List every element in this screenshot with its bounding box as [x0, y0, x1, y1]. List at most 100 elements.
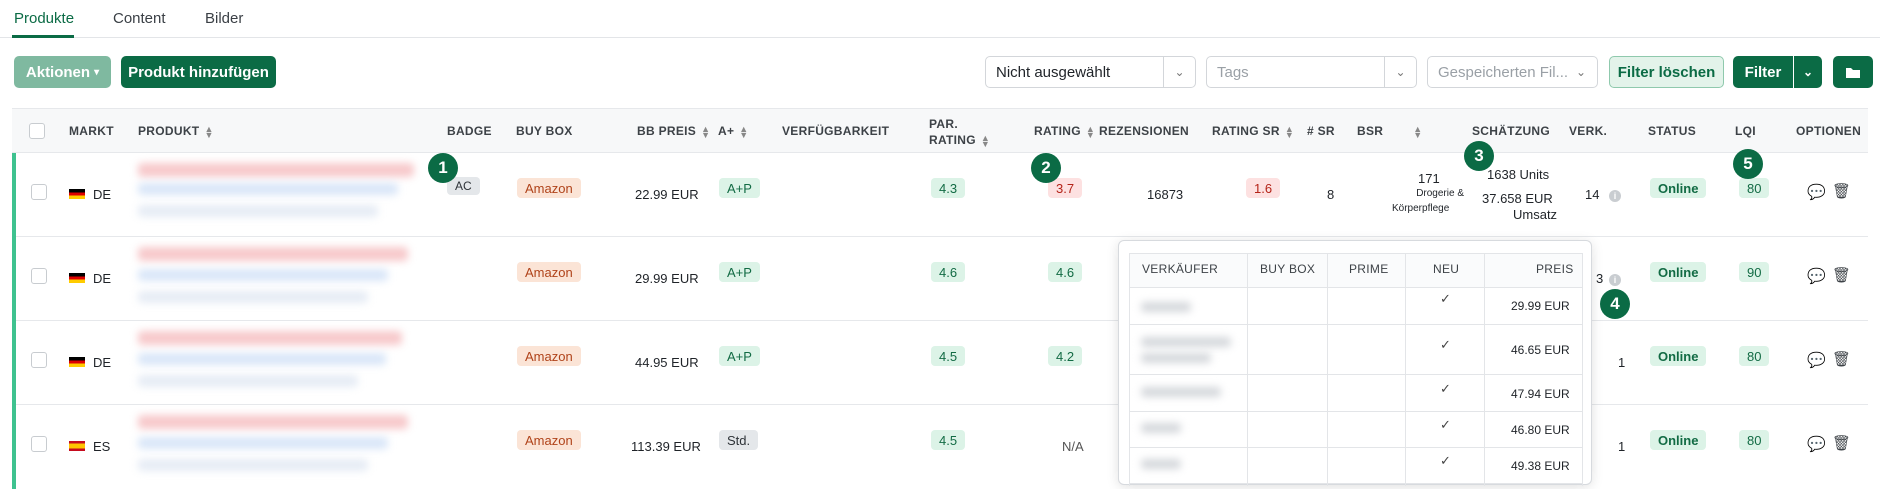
select-all-checkbox[interactable] — [29, 123, 45, 139]
check-icon: ✓ — [1440, 291, 1451, 306]
market-code: ES — [93, 439, 111, 454]
row-checkbox[interactable] — [31, 352, 47, 368]
divider — [1129, 447, 1583, 448]
seller-price: 46.80 EUR — [1511, 423, 1570, 437]
popover-col-seller: VERKÄUFER — [1142, 262, 1219, 276]
lqi-pill: 80 — [1739, 178, 1770, 198]
sort-icon: ▲ ▼ — [1085, 123, 1096, 140]
col-rating-sr[interactable]: RATING SR ▲ ▼ — [1212, 124, 1294, 139]
aplus-pill: Std. — [719, 430, 759, 450]
col-bsr-label: BSR — [1357, 124, 1384, 138]
divider — [1129, 324, 1583, 325]
seller-name-blurred — [1141, 337, 1231, 347]
trash-icon[interactable]: 🗑 — [1832, 182, 1851, 200]
tags-select[interactable]: Tags ⌄ — [1206, 56, 1417, 88]
tab-bilder[interactable]: Bilder — [205, 10, 243, 27]
sales-count: 1 — [1618, 355, 1626, 370]
comment-icon[interactable]: 💬 — [1807, 351, 1826, 369]
reviews-count: 16873 — [1147, 187, 1184, 202]
info-icon[interactable]: i — [1609, 274, 1621, 286]
flag-es-icon — [69, 441, 85, 451]
status-pill: Online — [1650, 346, 1707, 366]
trash-icon[interactable]: 🗑 — [1832, 266, 1851, 284]
tab-content[interactable]: Content — [113, 10, 166, 27]
add-product-button[interactable]: Produkt hinzufügen — [121, 56, 276, 88]
row-status-bar — [12, 321, 16, 405]
par-rating-pill: 4.3 — [931, 178, 966, 198]
folder-button[interactable] — [1833, 56, 1873, 88]
actions-label: Aktionen — [25, 63, 91, 81]
sort-icon: ▲ ▼ — [980, 132, 991, 149]
chevron-down-icon: ⌄ — [1575, 65, 1587, 79]
col-produkt-label: PRODUKT — [138, 124, 200, 138]
aplus-pill: A+P — [719, 178, 760, 198]
trash-icon[interactable]: 🗑 — [1832, 350, 1851, 368]
row-status-bar — [12, 405, 16, 489]
buybox-pill: Amazon — [517, 346, 581, 366]
divider — [1129, 411, 1583, 412]
check-icon: ✓ — [1440, 453, 1451, 468]
tab-produkte[interactable]: Produkte — [14, 10, 74, 27]
lqi-pill: 80 — [1739, 430, 1770, 450]
sales-count: 1 — [1618, 439, 1626, 454]
row-checkbox[interactable] — [31, 184, 47, 200]
col-rating[interactable]: RATING ▲ ▼ — [1034, 123, 1096, 140]
comment-icon[interactable]: 💬 — [1807, 267, 1826, 285]
par-rating-pill: 4.5 — [931, 430, 966, 450]
col-produkt[interactable]: PRODUKT ▲ ▼ — [138, 123, 214, 140]
col-par-rating[interactable]: PAR. RATING ▲ ▼ — [929, 116, 990, 148]
col-rating-label: RATING — [1034, 124, 1081, 138]
saved-filter-placeholder: Gespeicherten Fil... — [1438, 63, 1569, 81]
filter-dropdown-button[interactable]: ⌄ — [1794, 56, 1822, 88]
marker-5: 5 — [1733, 149, 1763, 179]
select-nicht-ausgewaehlt[interactable]: Nicht ausgewählt ⌄ — [985, 56, 1196, 88]
marker-2: 2 — [1031, 153, 1061, 183]
trash-icon[interactable]: 🗑 — [1832, 434, 1851, 452]
col-nsr: # SR — [1307, 124, 1335, 138]
clear-filter-button[interactable]: Filter löschen — [1609, 56, 1724, 88]
col-bbpreis-label: BB PREIS — [637, 124, 697, 138]
bb-price: 44.95 EUR — [635, 355, 699, 370]
buybox-pill: Amazon — [517, 178, 581, 198]
col-optionen: OPTIONEN — [1796, 124, 1862, 138]
status-pill: Online — [1650, 430, 1707, 450]
aplus-pill: A+P — [719, 262, 760, 282]
aplus-pill: A+P — [719, 346, 760, 366]
seller-name-blurred — [1141, 423, 1181, 433]
info-icon[interactable]: i — [1609, 190, 1621, 202]
chevron-down-icon: ▾ — [94, 66, 100, 78]
col-status: STATUS — [1648, 124, 1697, 138]
par-rating-pill: 4.5 — [931, 346, 966, 366]
divider — [1129, 483, 1583, 484]
product-meta-blurred — [138, 375, 358, 387]
product-meta-blurred — [138, 437, 388, 449]
divider — [1405, 253, 1406, 486]
estimate-units: 1638 Units — [1487, 167, 1550, 182]
product-meta-blurred — [138, 269, 388, 281]
marker-3: 3 — [1464, 141, 1494, 171]
buybox-pill: Amazon — [517, 430, 581, 450]
rating-pill: 4.2 — [1048, 346, 1083, 366]
row-checkbox[interactable] — [31, 268, 47, 284]
divider — [1247, 253, 1248, 486]
row-checkbox[interactable] — [31, 436, 47, 452]
seller-name-blurred — [1141, 353, 1211, 363]
actions-button[interactable]: Aktionen ▾ — [14, 56, 111, 88]
col-markt: MARKT — [69, 124, 114, 138]
col-aplus-label: A+ — [718, 124, 735, 138]
bb-price: 29.99 EUR — [635, 271, 699, 286]
seller-name-blurred — [1141, 302, 1191, 312]
saved-filter-select[interactable]: Gespeicherten Fil... ⌄ — [1427, 56, 1598, 88]
col-bsr[interactable]: BSR ▲ ▼ — [1357, 124, 1422, 139]
sort-icon: ▲ ▼ — [739, 123, 749, 140]
col-bbpreis[interactable]: BB PREIS ▲ ▼ — [637, 124, 710, 139]
seller-name-blurred — [1141, 459, 1181, 469]
col-aplus[interactable]: A+ ▲ ▼ — [718, 123, 749, 140]
sort-icon: ▲ ▼ — [204, 123, 214, 140]
comment-icon[interactable]: 💬 — [1807, 183, 1826, 201]
product-meta-blurred — [138, 353, 386, 365]
comment-icon[interactable]: 💬 — [1807, 435, 1826, 453]
table-header: MARKT PRODUKT ▲ ▼ BADGE BUY BOX BB PREIS ▲ ▼… — [12, 108, 1868, 153]
bsr-category-2: Körperpflege — [1392, 203, 1450, 214]
filter-button[interactable]: Filter — [1733, 56, 1793, 88]
